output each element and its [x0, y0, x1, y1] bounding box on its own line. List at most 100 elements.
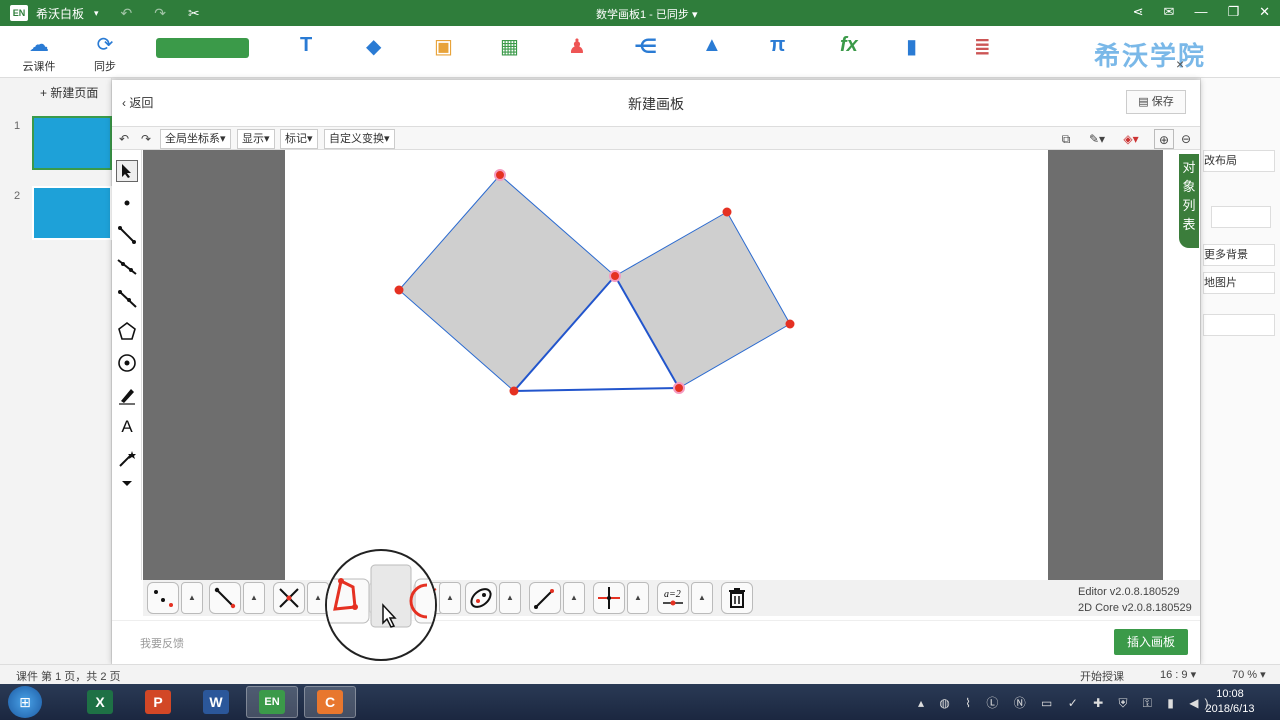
- close-dialog-icon[interactable]: ×: [1176, 56, 1184, 72]
- custom-transform-dropdown[interactable]: 自定义变换▾: [324, 129, 395, 149]
- clock[interactable]: 10:08 2018/6/13: [1200, 687, 1260, 717]
- copy-style-icon[interactable]: ⧉: [1056, 129, 1076, 149]
- background-image-button[interactable]: 地图片: [1203, 272, 1275, 294]
- taskbar-word[interactable]: W: [190, 686, 242, 718]
- points-tool-button[interactable]: [147, 582, 179, 614]
- segment-caret-icon[interactable]: ▲: [243, 582, 265, 614]
- ray-tool-icon[interactable]: [116, 288, 138, 310]
- ellipse-icon: [470, 588, 492, 608]
- ribbon: ☁ 云课件 ⟳ 同步 T ◆ ▣ ▦ ♟ ⋲ ▲ π fx ▮ ≣: [0, 26, 1280, 78]
- delete-tool-button[interactable]: [721, 582, 753, 614]
- coord-system-dropdown[interactable]: 全局坐标系▾: [160, 129, 231, 149]
- chart-tool-icon[interactable]: ▮: [906, 34, 917, 59]
- change-layout-button[interactable]: 改布局: [1203, 150, 1275, 172]
- display-dropdown[interactable]: 显示▾: [237, 129, 275, 149]
- taskbar-camtasia[interactable]: C: [304, 686, 356, 718]
- system-tray[interactable]: ▴ ◍ ⌇ Ⓛ Ⓝ ▭ ✓ ✚ ⛨ ⚿ ▮ ◀): [918, 694, 1214, 711]
- cloud-courseware-button[interactable]: ☁ 云课件: [14, 32, 64, 74]
- feedback-link[interactable]: 我要反馈: [140, 635, 184, 651]
- segment-tool-button[interactable]: [209, 582, 241, 614]
- taskbar-excel[interactable]: X: [74, 686, 126, 718]
- mail-icon[interactable]: ✉: [1164, 4, 1175, 20]
- perpendicular-icon: [598, 587, 620, 609]
- properties-panel: 改布局 更多背景 地图片: [1200, 78, 1280, 664]
- line-tool-icon[interactable]: [116, 256, 138, 278]
- minimize-icon[interactable]: —: [1194, 4, 1207, 20]
- undo-icon[interactable]: ↶: [114, 129, 134, 149]
- undo-icon[interactable]: ↶: [121, 5, 133, 22]
- document-title[interactable]: 数学画板1 - 已同步 ▾: [596, 6, 697, 22]
- shape-tool-icon[interactable]: ◆: [366, 34, 381, 59]
- page-info: 课件 第 1 页，共 2 页: [16, 671, 121, 683]
- geometry-board-dialog: ‹ 返回 新建画板 ▤ 保存 × ↶ ↷ 全局坐标系▾ 显示▾ 标记▾ 自定义变…: [112, 56, 1200, 664]
- start-teaching-button[interactable]: 开始授课: [1080, 668, 1124, 684]
- property-field[interactable]: [1203, 314, 1275, 336]
- redo-icon[interactable]: ↷: [154, 5, 166, 22]
- redo-icon[interactable]: ↷: [136, 129, 156, 149]
- zoom-in-icon[interactable]: ⊕: [1154, 129, 1174, 149]
- new-page-button[interactable]: + 新建页面: [40, 84, 98, 101]
- segment-tool-icon[interactable]: [116, 224, 138, 246]
- text-tool-icon[interactable]: A: [116, 416, 138, 438]
- segment-icon: [214, 587, 236, 609]
- tangent-icon: [534, 589, 554, 609]
- drawing-canvas[interactable]: [285, 150, 1048, 580]
- page-thumbnail-1[interactable]: [32, 116, 112, 170]
- title-bar: EN 希沃白板 ▾ ↶ ↷ ✂ 数学画板1 - 已同步 ▾ ⋖ ✉ — ❐ ✕: [0, 0, 1280, 26]
- taskbar-powerpoint[interactable]: P: [132, 686, 184, 718]
- image-tool-icon[interactable]: ▣: [434, 34, 453, 59]
- mark-dropdown[interactable]: 标记▾: [280, 129, 318, 149]
- aspect-ratio-dropdown[interactable]: 16 : 9 ▾: [1160, 668, 1196, 681]
- variable-tool-button[interactable]: a=2: [657, 582, 689, 614]
- page-thumbnail-2[interactable]: [32, 186, 112, 240]
- zoom-dropdown[interactable]: 70 % ▾: [1232, 668, 1266, 681]
- variable-caret-icon[interactable]: ▲: [691, 582, 713, 614]
- circle-tool-icon[interactable]: [116, 352, 138, 374]
- windows-start-icon[interactable]: ⊞: [8, 686, 42, 718]
- start-teaching-ribbon-button[interactable]: [156, 38, 249, 58]
- fill-color-icon[interactable]: ◈▾: [1118, 129, 1144, 149]
- books-tool-icon[interactable]: ≣: [974, 34, 991, 59]
- taskbar-easinote[interactable]: EN: [246, 686, 298, 718]
- arc-caret-icon[interactable]: ▲: [439, 582, 461, 614]
- tangent-caret-icon[interactable]: ▲: [563, 582, 585, 614]
- sync-button[interactable]: ⟳ 同步: [80, 32, 130, 74]
- text-tool-icon[interactable]: T: [300, 34, 312, 57]
- restore-icon[interactable]: ❐: [1227, 4, 1239, 20]
- pen-tool-icon[interactable]: [116, 384, 138, 406]
- more-backgrounds-button[interactable]: 更多背景: [1203, 244, 1275, 266]
- ellipse-caret-icon[interactable]: ▲: [499, 582, 521, 614]
- pi-tool-icon[interactable]: π: [770, 34, 785, 57]
- polygon-tool-icon[interactable]: [116, 320, 138, 342]
- share-icon[interactable]: ⋖: [1133, 4, 1144, 20]
- formula-tool-icon[interactable]: fx: [840, 34, 858, 57]
- points-caret-icon[interactable]: ▲: [181, 582, 203, 614]
- intersect-tool-button[interactable]: [273, 582, 305, 614]
- scissors-icon[interactable]: ✂: [188, 5, 200, 22]
- geometry-tool-icon[interactable]: ▲: [702, 34, 722, 57]
- geometry-figure[interactable]: [285, 150, 1048, 580]
- close-window-icon[interactable]: ✕: [1259, 4, 1270, 20]
- save-button[interactable]: ▤ 保存: [1126, 90, 1186, 114]
- page-number: 1: [14, 120, 21, 132]
- more-tools-chevron-icon[interactable]: [116, 472, 138, 494]
- insert-board-button[interactable]: 插入画板: [1114, 629, 1188, 655]
- camtasia-icon: C: [317, 690, 343, 714]
- perpendicular-tool-button[interactable]: [593, 582, 625, 614]
- mindmap-tool-icon[interactable]: ⋲: [634, 34, 657, 59]
- save-label: 保存: [1151, 96, 1174, 108]
- select-arrow-icon[interactable]: [116, 160, 138, 182]
- tangent-tool-button[interactable]: [529, 582, 561, 614]
- person-tool-icon[interactable]: ♟: [568, 34, 586, 59]
- point-tool-icon[interactable]: [116, 192, 138, 214]
- object-list-tab[interactable]: 对 象 列 表: [1179, 154, 1199, 248]
- zoom-out-icon[interactable]: ⊖: [1176, 129, 1196, 149]
- intersect-icon: [279, 588, 299, 608]
- color-select[interactable]: [1211, 206, 1271, 228]
- table-tool-icon[interactable]: ▦: [500, 34, 519, 59]
- perpendicular-caret-icon[interactable]: ▲: [627, 582, 649, 614]
- magic-wand-icon[interactable]: [116, 448, 138, 470]
- ellipse-tool-button[interactable]: [465, 582, 497, 614]
- pen-color-icon[interactable]: ✎▾: [1084, 129, 1110, 149]
- app-menu-caret-icon[interactable]: ▾: [94, 8, 99, 19]
